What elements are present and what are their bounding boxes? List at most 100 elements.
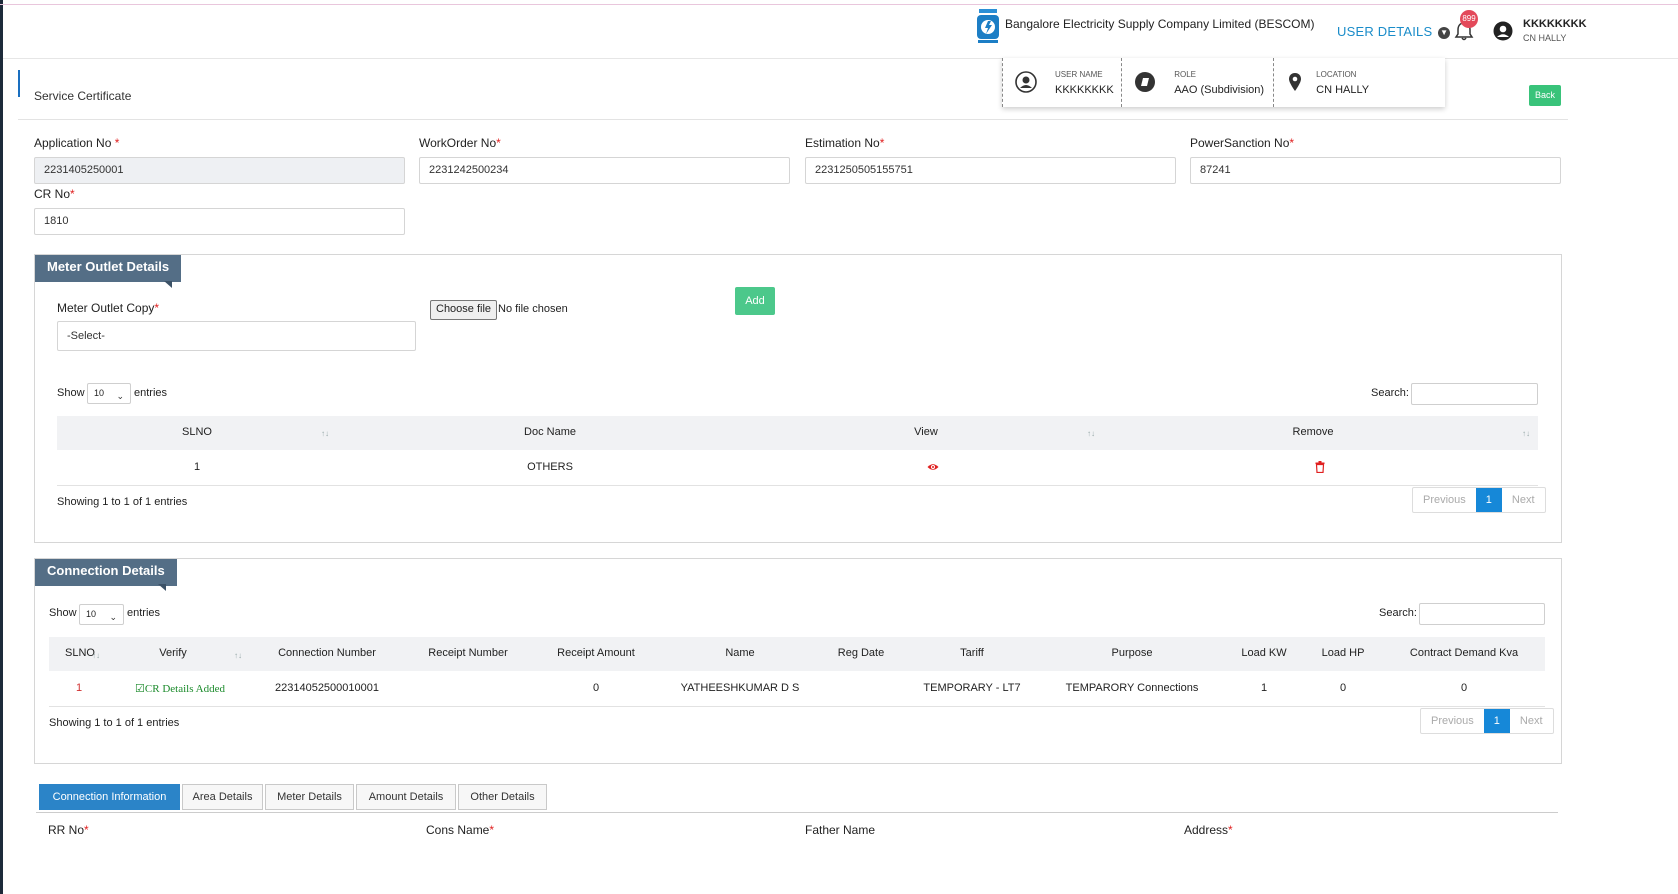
receipt-amount-cell: 0 (592, 682, 600, 694)
search-input[interactable] (1419, 603, 1545, 625)
chevron-down-icon: ⌄ (116, 391, 124, 401)
verify-status: CR Details Added (144, 683, 225, 695)
tab-other-details[interactable]: Other Details (458, 784, 547, 810)
popup-role-value: AAO (Subdivision) (1174, 84, 1265, 96)
popup-location: LOCATION CN HALLY (1273, 58, 1445, 107)
search-input[interactable] (1411, 383, 1538, 405)
left-edge-bar (0, 0, 3, 894)
workorder-no-field[interactable]: 2231242500234 (419, 157, 790, 184)
back-button[interactable]: Back (1529, 85, 1561, 106)
table-info: Showing 1 to 1 of 1 entries (57, 496, 188, 508)
popup-user-name: USER NAME KKKKKKKK (1002, 58, 1121, 107)
contract-demand-cell: 0 (1460, 682, 1468, 694)
choose-file-button[interactable]: Choose file (430, 300, 498, 320)
col-purpose[interactable]: Purpose (1112, 647, 1153, 659)
map-pin-icon (1289, 73, 1302, 91)
col-tariff[interactable]: Tariff (960, 647, 984, 659)
col-receipt-number[interactable]: Receipt Number (428, 647, 507, 659)
application-no-label: Application No * (34, 136, 120, 150)
sort-icon[interactable]: ↑↓ (1087, 429, 1095, 438)
trash-icon[interactable] (1315, 461, 1325, 473)
powersanction-no-field[interactable]: 87241 (1190, 157, 1561, 184)
load-hp-cell: 0 (1339, 682, 1347, 694)
pagination: Previous 1 Next (1420, 708, 1554, 734)
detail-tabs: Connection Information Area Details Mete… (36, 782, 1558, 813)
user-details-label: USER DETAILS (1337, 24, 1433, 39)
col-remove[interactable]: Remove (1293, 426, 1334, 438)
col-contract-demand[interactable]: Contract Demand Kva (1410, 647, 1518, 659)
doc-slno-cell: 1 (193, 461, 201, 473)
col-verify[interactable]: Verify (159, 647, 187, 659)
popup-user-name-label: USER NAME (1055, 70, 1103, 79)
col-load-kw[interactable]: Load KW (1241, 647, 1286, 659)
col-connection-number[interactable]: Connection Number (278, 647, 376, 659)
entries-label: entries (127, 607, 161, 619)
page-title: Service Certificate (34, 89, 132, 103)
next-button[interactable]: Next (1502, 488, 1545, 512)
meter-outlet-copy-select[interactable]: -Select- (57, 321, 416, 351)
sort-icon[interactable]: ↑↓ (1522, 429, 1530, 438)
role-icon (1135, 72, 1156, 92)
name-cell: YATHEESHKUMAR D S (680, 682, 800, 694)
popup-location-value: CN HALLY (1316, 84, 1370, 96)
pagination: Previous 1 Next (1412, 487, 1546, 513)
tab-meter-details[interactable]: Meter Details (265, 784, 354, 810)
avatar[interactable] (1493, 21, 1513, 41)
row-divider (57, 485, 1538, 486)
page-length-select[interactable]: 10 ⌄ (79, 604, 124, 625)
tab-connection-information[interactable]: Connection Information (39, 784, 180, 810)
connection-table-header (49, 637, 1545, 671)
sort-icon[interactable]: ↑↓ (92, 651, 100, 660)
page-length-select[interactable]: 10 ⌄ (87, 383, 131, 404)
popup-user-name-value: KKKKKKKK (1055, 84, 1114, 96)
previous-button[interactable]: Previous (1413, 488, 1476, 512)
no-file-text: No file chosen (498, 303, 568, 315)
page-title-accent (18, 70, 20, 97)
estimation-no-label: Estimation No* (805, 136, 885, 150)
col-view[interactable]: View (914, 426, 938, 438)
cr-no-label: CR No* (34, 187, 75, 201)
panel-tab-corner (158, 584, 166, 591)
popup-location-label: LOCATION (1316, 70, 1357, 79)
search-label: Search: (1371, 387, 1409, 399)
meter-outlet-copy-label: Meter Outlet Copy* (57, 301, 160, 315)
doc-name-cell: OTHERS (527, 461, 573, 473)
header-user-name: KKKKKKKK (1523, 18, 1587, 30)
next-button[interactable]: Next (1510, 709, 1553, 733)
estimation-no-field[interactable]: 2231250505155751 (805, 157, 1176, 184)
sort-icon[interactable]: ↑↓ (234, 651, 242, 660)
show-label: Show (49, 607, 77, 619)
user-details-toggle[interactable]: USER DETAILS ▼ (1337, 24, 1451, 39)
col-name[interactable]: Name (725, 647, 754, 659)
show-label: Show (57, 387, 85, 399)
search-label: Search: (1379, 607, 1417, 619)
sort-icon[interactable]: ↑↓ (321, 429, 329, 438)
connection-title: Connection Details (35, 559, 177, 586)
col-slno[interactable]: SLNO (182, 426, 212, 438)
add-button[interactable]: Add (735, 287, 775, 315)
col-slno[interactable]: SLNO (65, 647, 95, 659)
popup-role-label: ROLE (1174, 70, 1196, 79)
entries-label: entries (134, 387, 168, 399)
user-circle-icon (1015, 71, 1037, 93)
page-1-button[interactable]: 1 (1483, 709, 1510, 733)
col-receipt-amount[interactable]: Receipt Amount (557, 647, 635, 659)
conn-slno-cell: 1 (75, 682, 83, 694)
col-doc-name[interactable]: Doc Name (524, 426, 576, 438)
meter-outlet-panel: Meter Outlet Details (34, 254, 1562, 543)
purpose-cell: TEMPARORY Connections (1065, 682, 1199, 694)
chevron-down-icon: ▼ (1438, 26, 1451, 39)
tab-area-details[interactable]: Area Details (182, 784, 263, 810)
popup-role: ROLE AAO (Subdivision) (1121, 58, 1273, 107)
eye-icon[interactable] (927, 462, 939, 472)
page-length-value: 10 (94, 388, 105, 398)
cr-no-field[interactable]: 1810 (34, 208, 405, 235)
col-reg-date[interactable]: Reg Date (838, 647, 884, 659)
col-load-hp[interactable]: Load HP (1322, 647, 1365, 659)
rr-no-label: RR No* (48, 823, 89, 837)
application-no-field[interactable]: 2231405250001 (34, 157, 405, 184)
page-1-button[interactable]: 1 (1475, 488, 1502, 512)
previous-button[interactable]: Previous (1421, 709, 1484, 733)
tab-amount-details[interactable]: Amount Details (356, 784, 456, 810)
row-divider (49, 706, 1545, 707)
